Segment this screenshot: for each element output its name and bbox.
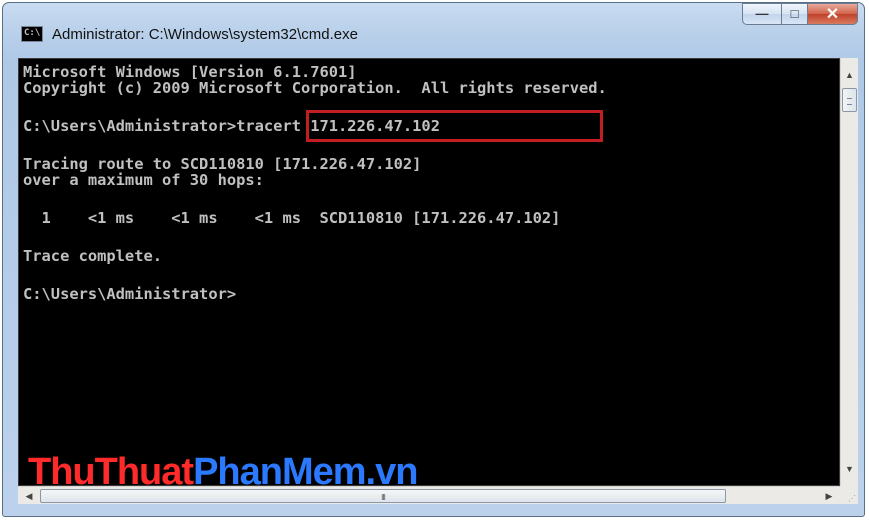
console-line: Copyright (c) 2009 Microsoft Corporation… bbox=[23, 79, 607, 97]
scroll-down-icon[interactable]: ▼ bbox=[841, 460, 858, 478]
resize-grip-icon: ⋰ bbox=[848, 494, 856, 503]
console-line: Microsoft Windows [Version 6.1.7601] bbox=[23, 63, 357, 81]
scroll-up-icon[interactable]: ▲ bbox=[841, 66, 858, 84]
grip-icon bbox=[847, 98, 852, 105]
cmd-app-icon[interactable]: C:\ bbox=[21, 26, 43, 42]
close-button[interactable]: ✕ bbox=[808, 3, 858, 25]
console-output[interactable]: Microsoft Windows [Version 6.1.7601] Cop… bbox=[18, 58, 840, 486]
minimize-icon: — bbox=[755, 6, 769, 21]
console-line: Tracing route to SCD110810 [171.226.47.1… bbox=[23, 155, 422, 173]
close-icon: ✕ bbox=[825, 6, 840, 23]
scroll-right-icon[interactable]: ▶ bbox=[820, 487, 838, 505]
minimize-button[interactable]: — bbox=[742, 3, 782, 25]
watermark-logo: ThuThuatPhanMem.vn bbox=[28, 451, 418, 493]
maximize-button[interactable]: □ bbox=[782, 3, 808, 25]
console-line: Trace complete. bbox=[23, 247, 162, 265]
console-prompt: C:\Users\Administrator> bbox=[23, 285, 237, 303]
caption-buttons: — □ ✕ bbox=[742, 3, 858, 25]
vertical-scroll-thumb[interactable] bbox=[842, 88, 857, 112]
console-line: over a maximum of 30 hops: bbox=[23, 171, 264, 189]
command-highlight-box bbox=[306, 110, 603, 142]
window-title: Administrator: C:\Windows\system32\cmd.e… bbox=[52, 26, 358, 43]
console-line: 1 <1 ms <1 ms <1 ms SCD110810 [171.226.4… bbox=[23, 209, 561, 227]
resize-grip[interactable]: ⋰ bbox=[840, 486, 858, 504]
maximize-icon: □ bbox=[790, 6, 799, 21]
vertical-scrollbar[interactable]: ▲ ▼ bbox=[840, 58, 858, 486]
grip-icon: III bbox=[381, 493, 386, 502]
